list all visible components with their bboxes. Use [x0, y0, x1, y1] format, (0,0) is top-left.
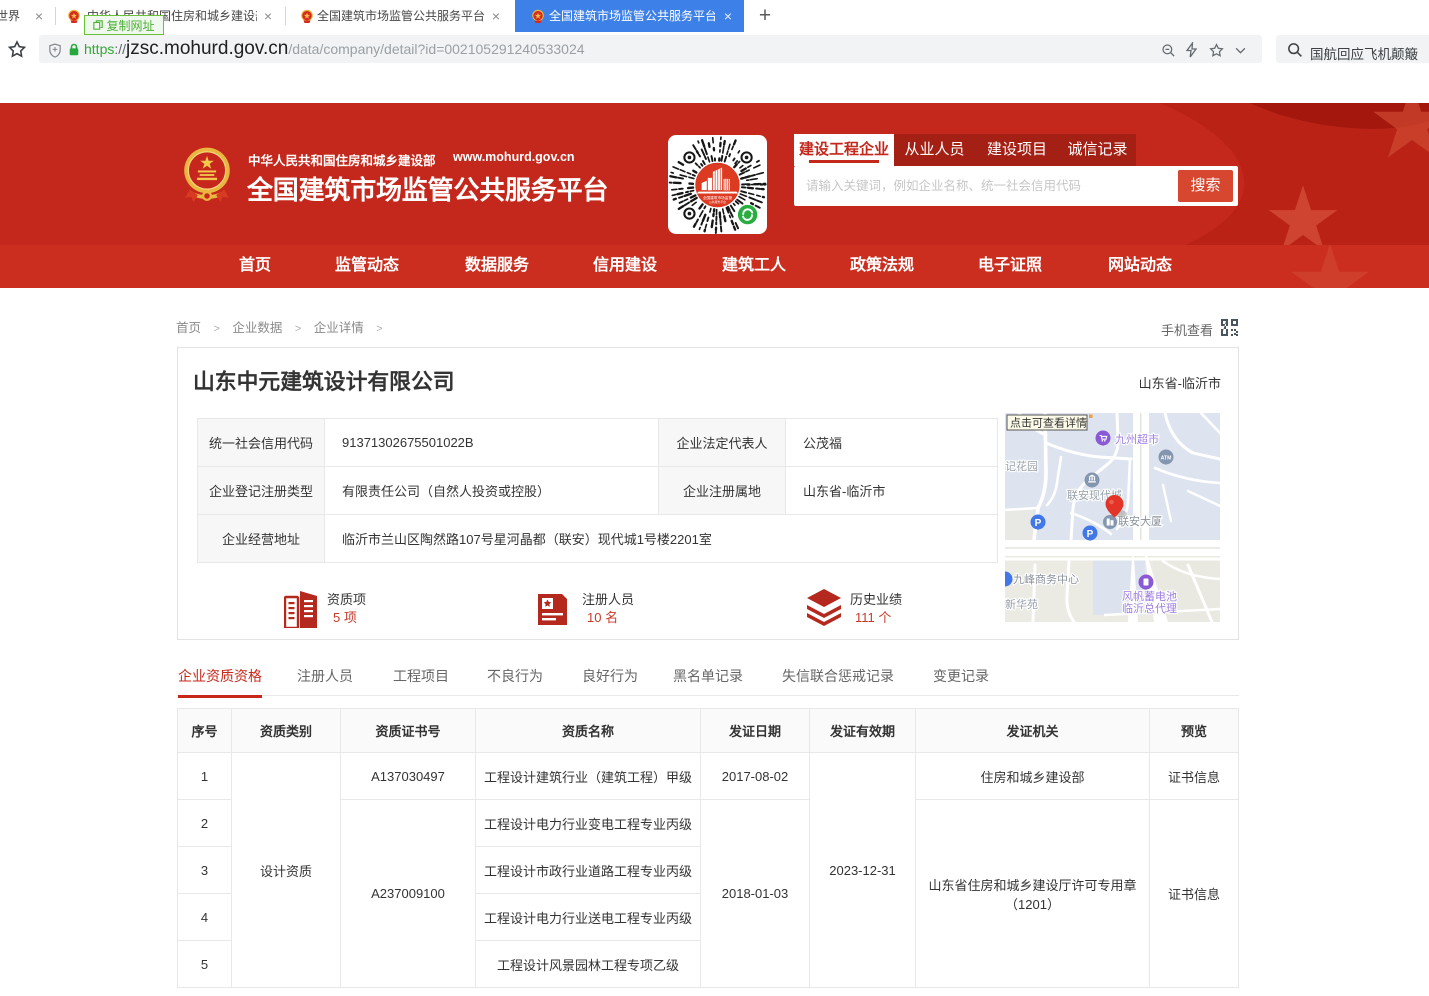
svg-text:记花园: 记花园 [1005, 460, 1038, 473]
svg-text:九峰商务中心: 九峰商务中心 [1013, 572, 1079, 586]
svg-text:公共服务平台: 公共服务平台 [709, 200, 726, 204]
svg-text:风帆蓄电池: 风帆蓄电池 [1122, 589, 1177, 603]
svg-text:ATM: ATM [1161, 456, 1172, 462]
svg-text:P: P [1087, 529, 1094, 540]
svg-text:P: P [1035, 518, 1042, 529]
svg-text:临沂总代理: 临沂总代理 [1122, 601, 1177, 615]
svg-text:新华苑: 新华苑 [1005, 597, 1038, 611]
svg-text:点击可查看详情: 点击可查看详情 [1010, 416, 1087, 430]
svg-text:九州超市: 九州超市 [1115, 432, 1159, 446]
